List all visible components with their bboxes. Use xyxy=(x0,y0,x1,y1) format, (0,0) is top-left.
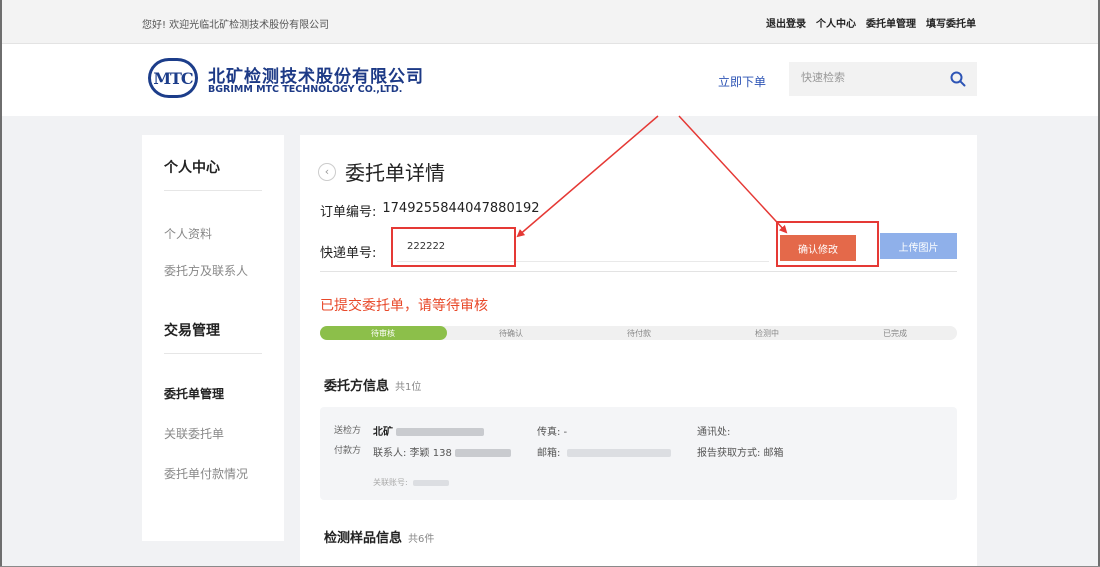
client-email-field: 邮箱: xyxy=(537,444,671,459)
welcome-text: 您好! 欢迎光临北矿检测技术股份有限公司 xyxy=(142,20,330,31)
sidebar-item-profile[interactable]: 个人资料 xyxy=(164,225,212,242)
divider xyxy=(320,271,957,272)
redacted-block xyxy=(413,479,450,486)
top-bar: 您好! 欢迎光临北矿检测技术股份有限公司 退出登录 个人中心 委托单管理 填写委… xyxy=(0,0,1100,44)
sidebar-item-clients[interactable]: 委托方及联系人 xyxy=(164,262,248,279)
order-number-label: 订单编号: xyxy=(320,205,377,220)
sidebar-item-payment-status[interactable]: 委托单付款情况 xyxy=(164,465,248,482)
progress-step: 待审核 xyxy=(371,329,395,338)
client-info-count: 共1位 xyxy=(395,382,422,393)
order-management-link[interactable]: 委托单管理 xyxy=(866,15,916,30)
tracking-number-input[interactable] xyxy=(397,232,769,262)
client-info-title: 委托方信息 xyxy=(324,379,390,394)
client-contact-field: 联系人: 李颖 138 xyxy=(373,444,511,459)
sample-info-heading: 检测样品信息 共6件 xyxy=(324,527,434,546)
order-number-row: 订单编号: 1749255844047880192 xyxy=(320,201,540,220)
sidebar-section-personal: 个人中心 xyxy=(164,160,220,176)
sidebar-item-linked-orders[interactable]: 关联委托单 xyxy=(164,425,224,442)
client-name-field: 北矿 xyxy=(373,423,484,438)
client-address: 通讯处: xyxy=(697,427,731,438)
page-title: 委托单详情 xyxy=(345,161,445,185)
company-logo[interactable]: MTC xyxy=(148,58,198,98)
sidebar-item-order-management[interactable]: 委托单管理 xyxy=(164,385,224,402)
search-input[interactable] xyxy=(801,71,941,84)
sample-info-title: 检测样品信息 xyxy=(324,531,403,546)
order-number-value: 1749255844047880192 xyxy=(382,201,540,216)
search-icon[interactable] xyxy=(949,70,967,88)
client-contact: 联系人: 李颖 138 xyxy=(373,448,452,459)
redacted-block xyxy=(566,449,671,457)
window-border xyxy=(0,0,2,567)
client-info-heading: 委托方信息 共1位 xyxy=(324,375,421,394)
sidebar-divider xyxy=(164,190,262,191)
sidebar: 个人中心 个人资料 委托方及联系人 交易管理 委托单管理 关联委托单 委托单付款… xyxy=(142,135,284,541)
tracking-number-label: 快递单号: xyxy=(320,246,377,261)
upload-image-button[interactable]: 上传图片 xyxy=(880,233,957,259)
linked-account: 关联账号: xyxy=(373,478,411,487)
site-header: MTC 北矿检测技术股份有限公司 BGRIMM MTC TECHNOLOGY C… xyxy=(0,44,1100,116)
progress-step: 待确认 xyxy=(499,329,523,338)
fill-order-link[interactable]: 填写委托单 xyxy=(926,15,976,30)
client-email: 邮箱: xyxy=(537,448,564,459)
report-method: 报告获取方式: 邮箱 xyxy=(697,448,784,459)
client-fax: 传真: - xyxy=(537,427,568,438)
logo-text: MTC xyxy=(153,68,193,88)
sample-info-count: 共6件 xyxy=(408,534,435,545)
progress-step: 已完成 xyxy=(883,329,907,338)
confirm-edit-button[interactable]: 确认修改 xyxy=(780,235,856,261)
status-message: 已提交委托单，请等待审核 xyxy=(320,298,488,314)
sender-tag: 送检方 xyxy=(334,426,362,436)
personal-center-link[interactable]: 个人中心 xyxy=(816,15,856,30)
sidebar-divider xyxy=(164,353,262,354)
payer-tag: 付款方 xyxy=(334,446,362,456)
sidebar-section-trade: 交易管理 xyxy=(164,323,220,339)
progress-step: 检测中 xyxy=(755,329,779,338)
redacted-block xyxy=(396,428,484,436)
redacted-block xyxy=(454,449,511,457)
logout-link[interactable]: 退出登录 xyxy=(766,15,806,30)
linked-account-field: 关联账号: xyxy=(373,477,450,488)
search-box xyxy=(789,62,977,96)
top-links: 退出登录 个人中心 委托单管理 填写委托单 xyxy=(766,15,976,30)
company-name-en: BGRIMM MTC TECHNOLOGY CO.,LTD. xyxy=(208,84,403,95)
back-icon[interactable]: ‹ xyxy=(318,163,336,181)
client-info-card: 送检方 付款方 北矿 传真: - 通讯处: 联系人: 李颖 138 邮箱: 报告… xyxy=(320,407,957,500)
progress-step: 待付款 xyxy=(627,329,651,338)
progress-bar: 待审核 待确认 待付款 检测中 已完成 xyxy=(320,326,957,340)
order-detail-panel: ‹ 委托单详情 订单编号: 1749255844047880192 快递单号: … xyxy=(300,135,977,567)
order-now-link[interactable]: 立即下单 xyxy=(718,73,766,90)
client-name: 北矿 xyxy=(373,427,393,438)
